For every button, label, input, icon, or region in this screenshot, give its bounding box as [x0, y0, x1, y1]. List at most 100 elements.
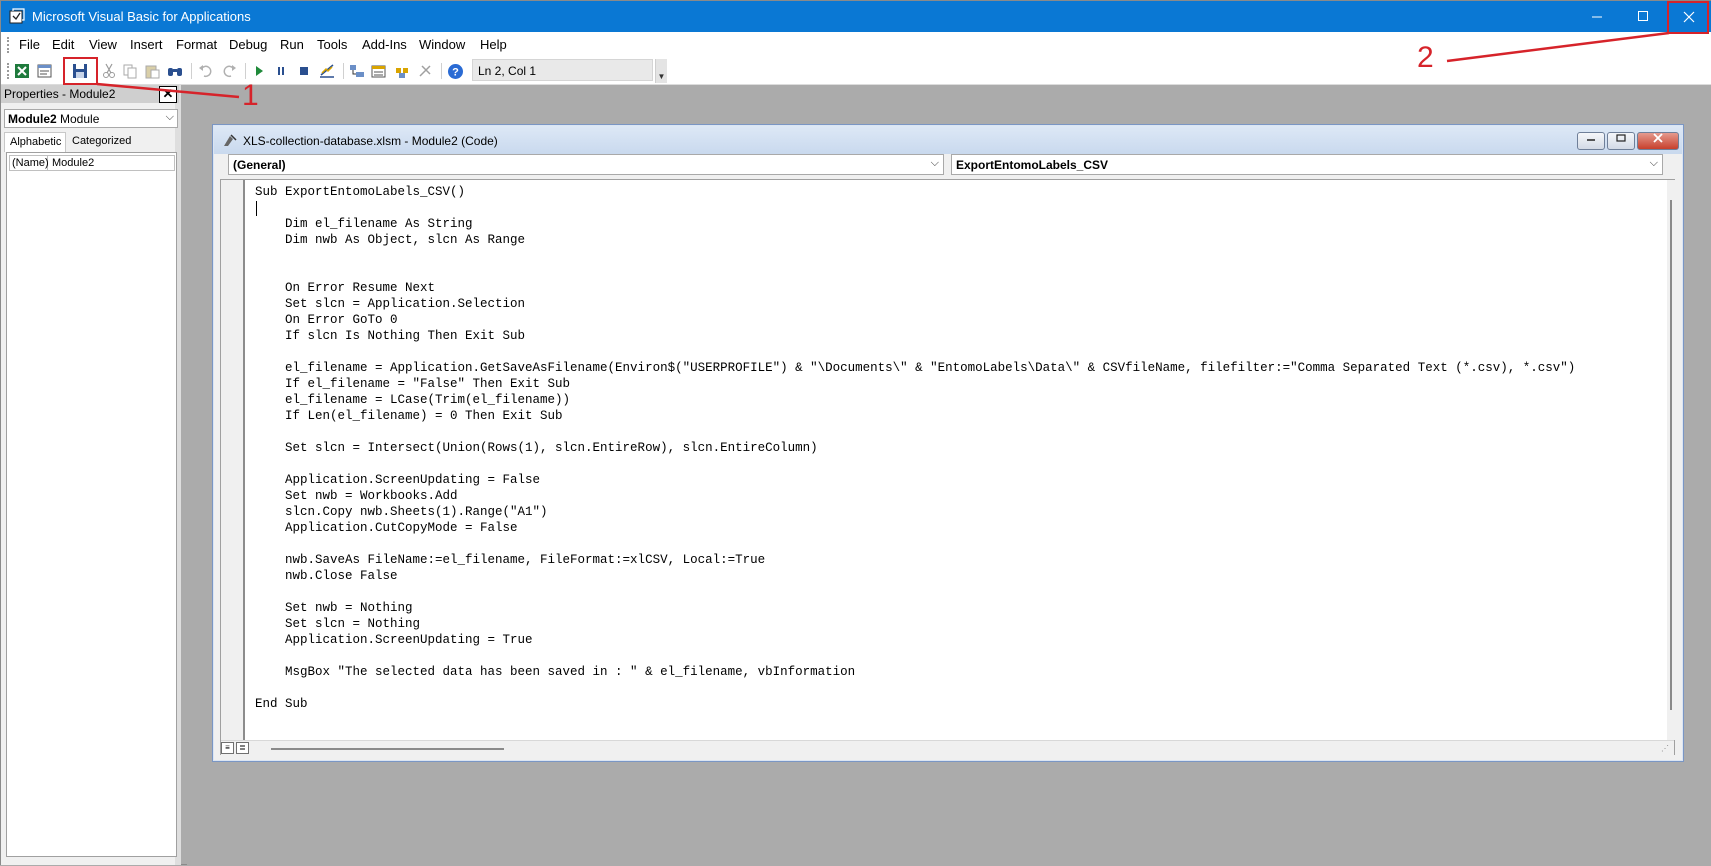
- menu-run[interactable]: Run: [280, 37, 304, 52]
- vertical-scrollbar[interactable]: [1667, 180, 1675, 740]
- menu-edit[interactable]: Edit: [52, 37, 74, 52]
- menu-grip: [7, 37, 9, 53]
- code-line[interactable]: Application.CutCopyMode = False: [255, 520, 1625, 536]
- property-value[interactable]: Module2: [50, 156, 96, 170]
- properties-object-select[interactable]: Module2 Module ⌵: [4, 109, 178, 128]
- code-window-title: XLS-collection-database.xlsm - Module2 (…: [243, 134, 498, 148]
- code-line[interactable]: Set slcn = Nothing: [255, 616, 1625, 632]
- cut-button[interactable]: [100, 62, 118, 80]
- annotation-number-2: 2: [1417, 41, 1434, 74]
- tab-categorized[interactable]: Categorized: [67, 132, 135, 152]
- code-window-minimize-button[interactable]: [1577, 132, 1605, 150]
- minimize-button[interactable]: [1574, 1, 1620, 32]
- code-line[interactable]: slcn.Copy nwb.Sheets(1).Range("A1"): [255, 504, 1625, 520]
- project-explorer-button[interactable]: [348, 62, 366, 80]
- code-text[interactable]: Sub ExportEntomoLabels_CSV() Dim el_file…: [255, 184, 1625, 724]
- redo-button[interactable]: [220, 62, 238, 80]
- menu-debug[interactable]: Debug: [229, 37, 267, 52]
- code-line[interactable]: [255, 264, 1625, 280]
- code-line[interactable]: [255, 680, 1625, 696]
- object-type: Module: [60, 112, 100, 126]
- maximize-button[interactable]: [1620, 1, 1666, 32]
- code-line[interactable]: Set nwb = Workbooks.Add: [255, 488, 1625, 504]
- view-excel-button[interactable]: [13, 62, 31, 80]
- code-line[interactable]: If el_filename = "False" Then Exit Sub: [255, 376, 1625, 392]
- tab-alphabetic[interactable]: Alphabetic: [4, 132, 66, 152]
- vba-app-icon: [9, 8, 25, 24]
- reset-button[interactable]: [295, 62, 313, 80]
- run-button[interactable]: [250, 62, 268, 80]
- menu-insert[interactable]: Insert: [130, 37, 163, 52]
- code-line[interactable]: Set nwb = Nothing: [255, 600, 1625, 616]
- code-line[interactable]: Set slcn = Intersect(Union(Rows(1), slcn…: [255, 440, 1625, 456]
- menu-format[interactable]: Format: [176, 37, 217, 52]
- code-line[interactable]: [255, 200, 1625, 216]
- menu-tools[interactable]: Tools: [317, 37, 347, 52]
- code-window-close-button[interactable]: [1637, 132, 1679, 150]
- code-line[interactable]: MsgBox "The selected data has been saved…: [255, 664, 1625, 680]
- code-line[interactable]: Set slcn = Application.Selection: [255, 296, 1625, 312]
- help-button[interactable]: ?: [446, 62, 464, 80]
- procedure-view-button[interactable]: ≡: [221, 742, 234, 754]
- code-line[interactable]: Dim nwb As Object, slcn As Range: [255, 232, 1625, 248]
- menu-help[interactable]: Help: [480, 37, 507, 52]
- code-line[interactable]: Dim el_filename As String: [255, 216, 1625, 232]
- design-mode-button[interactable]: [318, 62, 336, 80]
- code-line[interactable]: [255, 536, 1625, 552]
- code-line[interactable]: On Error GoTo 0: [255, 312, 1625, 328]
- code-line[interactable]: el_filename = LCase(Trim(el_filename)): [255, 392, 1625, 408]
- code-line[interactable]: [255, 584, 1625, 600]
- code-line[interactable]: nwb.SaveAs FileName:=el_filename, FileFo…: [255, 552, 1625, 568]
- code-line[interactable]: nwb.Close False: [255, 568, 1625, 584]
- code-line[interactable]: If slcn Is Nothing Then Exit Sub: [255, 328, 1625, 344]
- code-editor[interactable]: Sub ExportEntomoLabels_CSV() Dim el_file…: [220, 179, 1675, 755]
- object-name: Module2: [8, 112, 57, 126]
- save-button[interactable]: [71, 62, 89, 80]
- paste-button[interactable]: [143, 62, 161, 80]
- margin-indicator-bar[interactable]: [221, 180, 245, 740]
- insert-module-button[interactable]: [36, 62, 54, 80]
- break-button[interactable]: [272, 62, 290, 80]
- code-line[interactable]: el_filename = Application.GetSaveAsFilen…: [255, 360, 1625, 376]
- code-line[interactable]: Application.ScreenUpdating = True: [255, 632, 1625, 648]
- menu-view[interactable]: View: [89, 37, 117, 52]
- find-button[interactable]: [166, 62, 184, 80]
- code-line[interactable]: [255, 344, 1625, 360]
- code-line[interactable]: [255, 424, 1625, 440]
- full-module-view-button[interactable]: ≣: [236, 742, 249, 754]
- code-line[interactable]: Application.ScreenUpdating = False: [255, 472, 1625, 488]
- undo-button[interactable]: [197, 62, 215, 80]
- copy-button[interactable]: [121, 62, 139, 80]
- cut-icon: [103, 63, 115, 78]
- code-line[interactable]: End Sub: [255, 696, 1625, 712]
- code-line[interactable]: [255, 648, 1625, 664]
- resize-grip-icon[interactable]: ⋰: [1661, 744, 1669, 753]
- undo-icon: [199, 65, 212, 78]
- code-line[interactable]: On Error Resume Next: [255, 280, 1625, 296]
- code-line[interactable]: [255, 456, 1625, 472]
- menu-file[interactable]: File: [19, 37, 40, 52]
- horizontal-scrollbar-thumb[interactable]: [271, 748, 504, 750]
- procedure-combo[interactable]: ExportEntomoLabels_CSV ⌵: [951, 154, 1663, 175]
- save-icon: [73, 64, 87, 78]
- break-icon: [278, 67, 284, 75]
- code-line[interactable]: If Len(el_filename) = 0 Then Exit Sub: [255, 408, 1625, 424]
- menu-window[interactable]: Window: [419, 37, 465, 52]
- minimize-icon: [1591, 16, 1602, 18]
- toolbar-separator: [191, 63, 192, 79]
- toolbox-button[interactable]: [416, 62, 434, 80]
- code-window-restore-button[interactable]: [1607, 132, 1635, 150]
- close-button[interactable]: [1666, 1, 1711, 32]
- code-line[interactable]: Sub ExportEntomoLabels_CSV(): [255, 184, 1625, 200]
- run-icon: [256, 66, 263, 76]
- property-row[interactable]: (Name) Module2: [9, 155, 175, 171]
- vertical-scrollbar-thumb[interactable]: [1670, 200, 1672, 710]
- properties-window-button[interactable]: [370, 62, 388, 80]
- code-line[interactable]: [255, 248, 1625, 264]
- vba-editor-window: Microsoft Visual Basic for Applications …: [0, 0, 1711, 865]
- object-combo[interactable]: (General) ⌵: [228, 154, 944, 175]
- menu-add-ins[interactable]: Add-Ins: [362, 37, 407, 52]
- properties-close-button[interactable]: ✕: [159, 86, 177, 103]
- object-browser-button[interactable]: [393, 62, 411, 80]
- toolbar-overflow-arrow[interactable]: ▼: [655, 59, 667, 83]
